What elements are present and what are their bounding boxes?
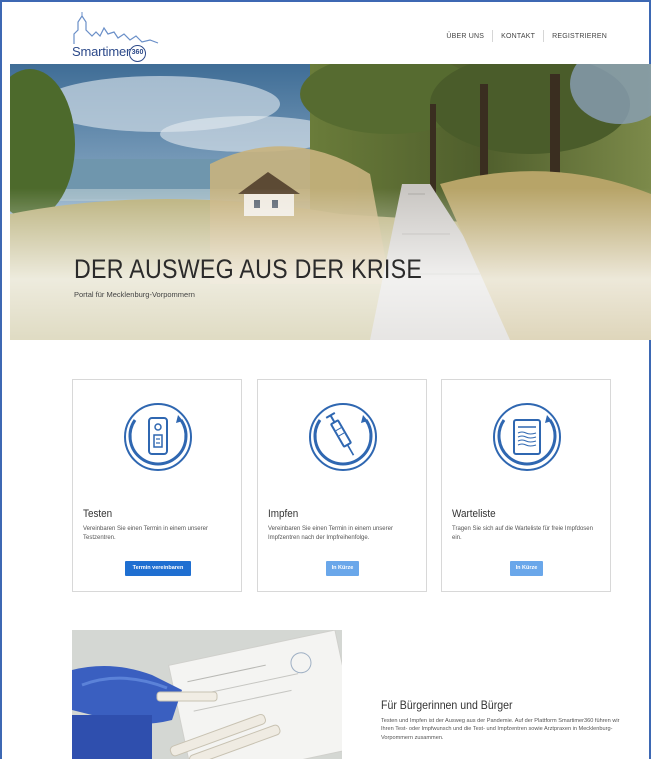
nav-link-ueber-uns[interactable]: ÜBER UNS xyxy=(438,33,492,40)
card-warteliste: Warteliste Tragen Sie sich auf die Warte… xyxy=(441,379,611,592)
site-header: Smartimer 360 ÜBER UNS KONTAKT REGISTRIE… xyxy=(10,8,641,64)
waitlist-document-icon xyxy=(493,403,561,471)
logo-wordmark: Smartimer xyxy=(72,44,131,59)
logo-360-badge: 360 xyxy=(129,45,146,62)
test-swab-image xyxy=(72,630,342,759)
nav-link-registrieren[interactable]: REGISTRIEREN xyxy=(544,33,615,40)
test-kit-icon xyxy=(124,403,192,471)
main-nav: ÜBER UNS KONTAKT REGISTRIEREN xyxy=(438,30,615,42)
card-description: Vereinbaren Sie einen Termin in einem un… xyxy=(268,526,393,541)
card-description: Vereinbaren Sie einen Termin in einem un… xyxy=(83,526,208,541)
citizens-section-text: Testen und Impfen ist der Ausweg aus der… xyxy=(381,718,620,741)
syringe-icon xyxy=(309,403,377,471)
castle-skyline-icon xyxy=(73,12,159,44)
citizens-section-title: Für Bürgerinnen und Bürger xyxy=(381,698,513,712)
hero-banner: DER AUSWEG AUS DER KRISE Portal für Meck… xyxy=(10,64,651,340)
card-testen: Testen Vereinbaren Sie einen Termin in e… xyxy=(72,379,242,592)
impfen-in-kuerze-button[interactable]: In Kürze xyxy=(326,561,359,576)
hero-title: DER AUSWEG AUS DER KRISE xyxy=(74,254,423,284)
nav-link-kontakt[interactable]: KONTAKT xyxy=(493,33,543,40)
card-description: Tragen Sie sich auf die Warteliste für f… xyxy=(452,526,593,541)
test-swab-photo xyxy=(72,630,342,759)
card-title: Testen xyxy=(83,508,113,520)
termin-vereinbaren-button[interactable]: Termin vereinbaren xyxy=(125,561,191,576)
site-logo[interactable]: Smartimer 360 xyxy=(70,12,166,64)
warteliste-in-kuerze-button[interactable]: In Kürze xyxy=(510,561,543,576)
card-title: Impfen xyxy=(268,508,299,520)
card-impfen: Impfen Vereinbaren Sie einen Termin in e… xyxy=(257,379,427,592)
hero-subtitle: Portal für Mecklenburg-Vorpommern xyxy=(74,290,195,299)
card-title: Warteliste xyxy=(452,508,496,520)
